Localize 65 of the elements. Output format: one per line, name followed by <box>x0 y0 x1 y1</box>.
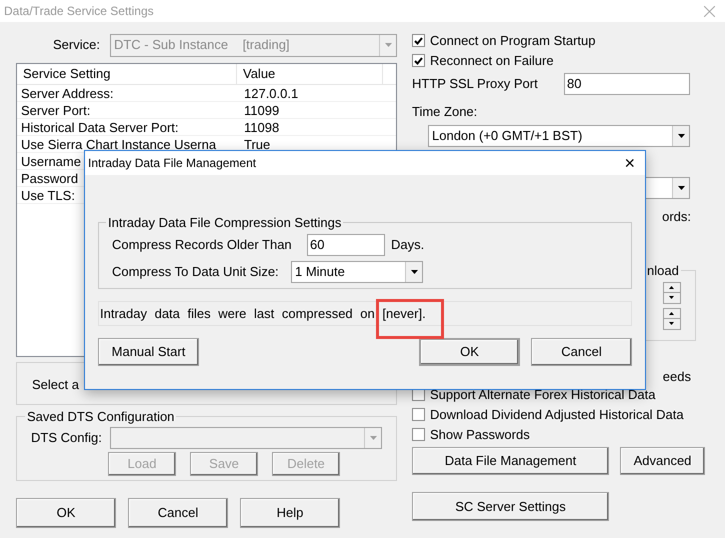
time-zone-label: Time Zone: <box>412 104 478 120</box>
footer-button[interactable]: OK <box>16 498 116 528</box>
close-button[interactable]: × <box>624 154 635 172</box>
days-field[interactable]: 60 <box>307 234 385 256</box>
table-cell-text: Use TLS: <box>20 187 76 203</box>
check-icon <box>414 56 423 64</box>
checkbox-label: Connect on Program Startup <box>430 32 596 50</box>
config-label: DTS Config: <box>31 428 103 447</box>
checkbox-label: Support Alternate Forex Historical Data <box>430 386 656 404</box>
checkbox[interactable] <box>412 408 425 421</box>
field-label: Compress Records Older Than <box>112 236 293 254</box>
table-cell-text: 127.0.0.1 <box>243 85 300 101</box>
service-label: Service: <box>53 36 100 54</box>
dialog-button[interactable]: Manual Start <box>98 338 199 366</box>
checkbox-label: eeds <box>662 368 691 384</box>
footer-button[interactable]: Help <box>240 498 340 528</box>
group-title: Saved DTS Configuration <box>26 408 176 426</box>
unit-label: Days. <box>391 236 424 254</box>
table-cell-text: Username <box>20 153 82 169</box>
field-label: ords: <box>662 208 691 223</box>
action-button[interactable]: Advanced <box>620 447 705 475</box>
action-button[interactable]: Data File Management <box>412 447 609 475</box>
dropdown-button[interactable] <box>672 126 689 146</box>
highlight-box <box>376 299 444 339</box>
group-title: nload <box>646 262 680 280</box>
table-cell-text: Historical Data Server Port: <box>20 119 180 135</box>
caret-icon <box>678 134 684 138</box>
checkbox[interactable] <box>412 34 425 47</box>
table-cell-text: 11099 <box>243 102 280 118</box>
caret-icon <box>678 186 684 190</box>
checkbox-label: Show Passwords <box>430 426 530 444</box>
table-cell-text: Server Port: <box>20 102 92 118</box>
check-icon <box>414 36 423 44</box>
time-zone-dropdown[interactable]: London (+0 GMT/+1 BST) <box>428 125 690 147</box>
spin-buttons[interactable] <box>662 308 681 330</box>
group-title: Intraday Data File Compression Settings <box>107 214 342 232</box>
caret-icon <box>370 436 376 440</box>
table-cell-text: Password <box>20 170 80 186</box>
column-header[interactable]: Service Setting <box>17 64 237 84</box>
caret-icon <box>384 43 392 47</box>
server-settings-button[interactable]: SC Server Settings <box>412 492 609 521</box>
table-cell-text: True <box>243 136 272 152</box>
window-title: Data/Trade Service Settings <box>4 3 154 20</box>
dropdown-button[interactable] <box>672 178 689 198</box>
table-cell-text: Use Sierra Chart Instance Userna <box>20 136 218 152</box>
checkbox[interactable] <box>412 428 425 441</box>
table-cell-text: Server Address: <box>20 85 114 101</box>
table-cell-text: 11098 <box>243 119 280 135</box>
caret-icon <box>410 270 418 274</box>
checkbox-label: Reconnect on Failure <box>430 52 554 70</box>
dialog-button[interactable]: OK <box>419 338 520 366</box>
status-text: Intraday data files were last compressed on [never]. <box>100 304 426 323</box>
dialog-title: Intraday Data File Management <box>88 155 256 172</box>
footer-button[interactable]: Cancel <box>128 498 228 528</box>
checkbox-label: Download Dividend Adjusted Historical Data <box>430 406 684 424</box>
column-header[interactable]: Value <box>237 64 383 84</box>
proxy-port-label: HTTP SSL Proxy Port <box>412 75 539 94</box>
checkbox[interactable] <box>412 54 425 67</box>
unit-size-dropdown[interactable]: 1 Minute <box>291 261 423 283</box>
proxy-port-field[interactable]: 80 <box>564 73 690 95</box>
spin-buttons[interactable] <box>662 282 681 304</box>
field-label: Compress To Data Unit Size: <box>112 263 280 282</box>
panel-text: Select a <box>32 377 79 392</box>
dialog-button[interactable]: Cancel <box>531 338 632 366</box>
dropdown-button[interactable] <box>405 262 422 282</box>
